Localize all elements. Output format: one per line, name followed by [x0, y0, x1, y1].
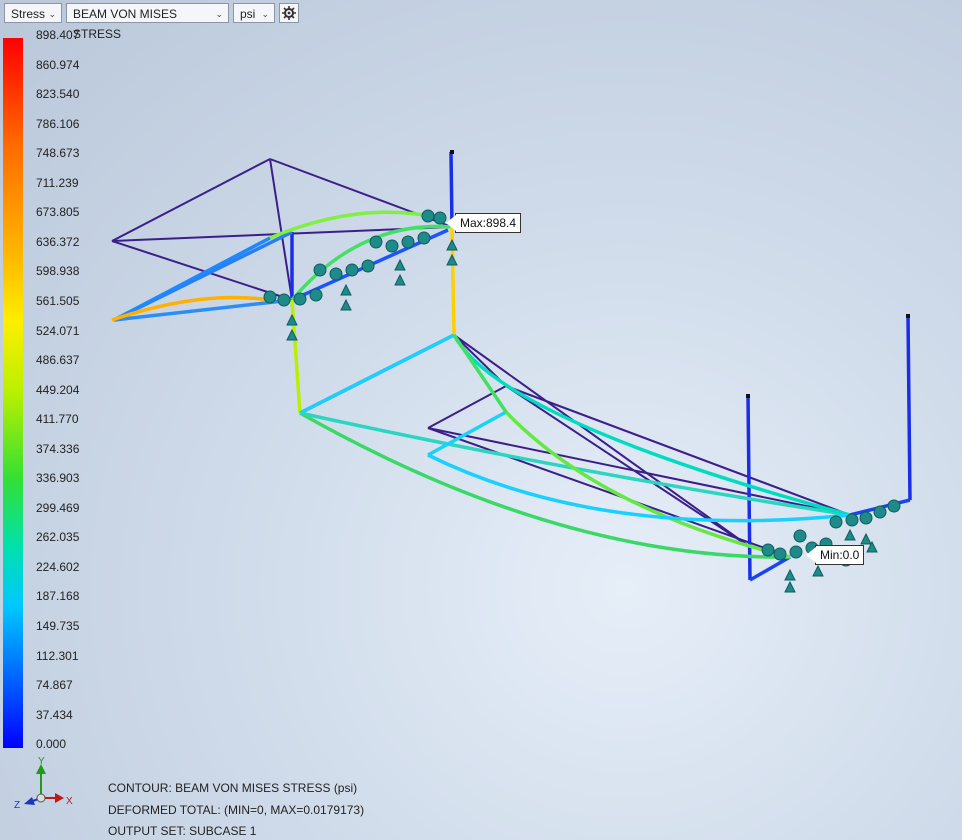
model-viewport[interactable]	[0, 0, 962, 840]
status-output-set: OUTPUT SET: SUBCASE 1	[108, 824, 257, 838]
max-stress-label: Max:898.4	[460, 216, 517, 230]
triad-z-label: Z	[14, 800, 20, 811]
max-stress-callout: Max:898.4	[445, 213, 522, 233]
triad-y-label: Y	[38, 756, 45, 767]
min-stress-callout: Min:0.0	[805, 545, 865, 565]
status-contour: CONTOUR: BEAM VON MISES STRESS (psi)	[108, 781, 358, 795]
constraint-markers	[263, 209, 901, 593]
triad-x-label: X	[66, 796, 73, 807]
min-stress-label: Min:0.0	[820, 548, 860, 562]
axis-triad: Y X Z	[14, 756, 73, 811]
status-deformed: DEFORMED TOTAL: (MIN=0, MAX=0.0179173)	[108, 803, 365, 817]
max-min-points	[450, 150, 910, 398]
